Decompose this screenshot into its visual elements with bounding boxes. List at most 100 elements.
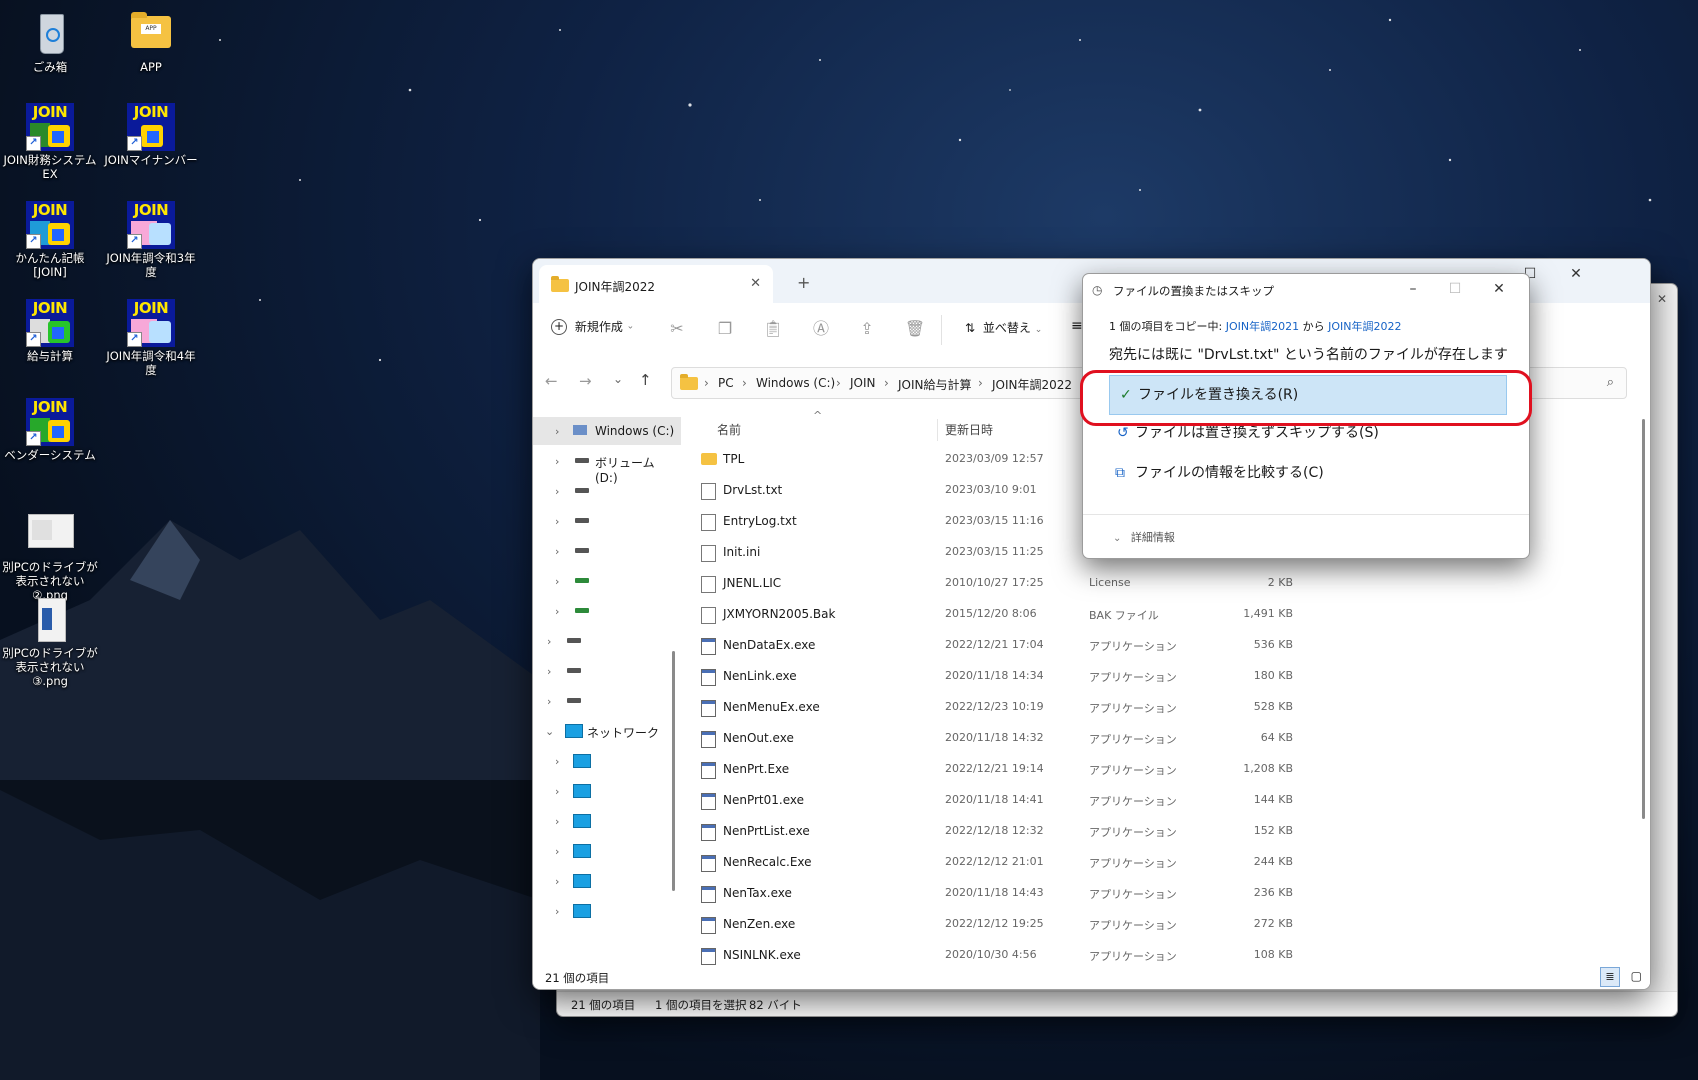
- join-app-icon: JOIN ↗: [26, 398, 74, 446]
- status-bar: 21 個の項目 ≣ ▢: [533, 965, 1650, 989]
- file-type: License: [1089, 576, 1131, 589]
- new-tab-button[interactable]: +: [797, 273, 810, 292]
- breadcrumb-pc[interactable]: PC: [718, 376, 734, 390]
- tiles-view-icon[interactable]: ▢: [1631, 969, 1642, 983]
- nav-item-drive[interactable]: ›: [533, 687, 681, 715]
- desktop-icon-recycle-bin[interactable]: ごみ箱: [2, 10, 98, 74]
- nav-item-drive[interactable]: ›: [533, 627, 681, 655]
- table-row[interactable]: NenTax.exe 2020/11/18 14:43 アプリケーション 236 KB: [683, 879, 1636, 907]
- nav-item-drive[interactable]: ›: [533, 567, 681, 595]
- desktop-icon-join-nencho-r4[interactable]: JOIN ↗ JOIN年調令和4年度: [103, 299, 199, 377]
- nav-item-computer[interactable]: ›: [533, 807, 681, 835]
- window-close-button[interactable]: ✕: [1556, 259, 1596, 289]
- desktop-icon-vendor-system[interactable]: JOIN ↗ ベンダーシステム: [2, 398, 98, 462]
- shortcut-arrow-icon: ↗: [127, 332, 142, 347]
- delete-icon[interactable]: 🗑︎: [903, 317, 927, 341]
- breadcrumb-windows-c[interactable]: Windows (C:): [756, 376, 835, 390]
- rename-icon[interactable]: Ⓐ: [809, 317, 833, 341]
- desktop-icon-join-mynumber[interactable]: JOIN ↗ JOINマイナンバー: [103, 103, 199, 167]
- table-row[interactable]: NenLink.exe 2020/11/18 14:34 アプリケーション 180 K…: [683, 662, 1636, 690]
- text-file-icon: [701, 607, 716, 624]
- file-size: 180 KB: [1253, 669, 1293, 682]
- file-type: アプリケーション: [1089, 795, 1177, 808]
- copy-icon[interactable]: ❐: [713, 317, 737, 341]
- breadcrumb-join-kyuyo[interactable]: JOIN給与計算: [898, 376, 972, 393]
- up-arrow-icon[interactable]: ↑: [639, 371, 652, 389]
- nav-item-drive[interactable]: ›: [533, 477, 681, 505]
- maximize-button[interactable]: ☐: [1435, 274, 1475, 304]
- view-menu-icon[interactable]: ≡: [1071, 318, 1083, 334]
- nav-item-computer[interactable]: ›: [533, 747, 681, 775]
- folder-icon: APP: [127, 10, 175, 58]
- breadcrumb-join[interactable]: JOIN: [850, 376, 876, 390]
- cut-icon[interactable]: ✂: [665, 317, 689, 341]
- desktop-icon-app-folder[interactable]: APP APP: [103, 10, 199, 74]
- compare-file-option[interactable]: ⧉ ファイルの情報を比較する(C): [1109, 454, 1505, 492]
- nav-item-windows-c[interactable]: › Windows (C:): [533, 417, 681, 445]
- join-app-icon: JOIN ↗: [127, 299, 175, 347]
- desktop-icon-label: JOINマイナンバー: [104, 153, 198, 167]
- tab-join-nencho-2022[interactable]: JOIN年調2022 ✕: [539, 265, 773, 303]
- forward-arrow-icon[interactable]: →: [579, 372, 592, 390]
- join-logo-text: JOIN: [32, 201, 68, 219]
- column-header-modified[interactable]: 更新日時: [945, 421, 993, 438]
- breadcrumb-join-nencho-2022[interactable]: JOIN年調2022: [992, 376, 1072, 393]
- destination-folder-link[interactable]: JOIN年調2022: [1328, 320, 1401, 333]
- desktop-icon-kantan-kicho[interactable]: JOIN ↗ かんたん記帳[JOIN]: [2, 201, 98, 279]
- nav-scrollbar[interactable]: [672, 651, 675, 891]
- new-button[interactable]: + 新規作成 ⌄: [551, 318, 634, 335]
- file-type: アプリケーション: [1089, 671, 1177, 684]
- table-row[interactable]: NenMenuEx.exe 2022/12/23 10:19 アプリケーション 528…: [683, 693, 1636, 721]
- file-modified: 2020/11/18 14:32: [945, 731, 1044, 744]
- share-icon[interactable]: ⇪: [855, 317, 879, 341]
- desktop-icon-join-zaimu[interactable]: JOIN ↗ JOIN財務システム EX: [2, 103, 98, 181]
- nav-item-drive[interactable]: ›: [533, 537, 681, 565]
- nav-item-drive[interactable]: ›: [533, 597, 681, 625]
- desktop-icon-png-2[interactable]: 別PCのドライブが表示されない②.png: [2, 510, 98, 602]
- column-header-name[interactable]: 名前: [717, 421, 741, 438]
- table-row[interactable]: JNENL.LIC 2010/10/27 17:25 License 2 KB: [683, 569, 1636, 597]
- nav-item-computer[interactable]: ›: [533, 867, 681, 895]
- file-list-scrollbar[interactable]: [1642, 419, 1645, 819]
- shortcut-arrow-icon: ↗: [26, 431, 41, 446]
- dialog-close-button[interactable]: ✕: [1479, 274, 1519, 304]
- search-icon[interactable]: ⌕: [1607, 375, 1614, 390]
- desktop-icon-kyuyo[interactable]: JOIN ↗ 給与計算: [2, 299, 98, 363]
- desktop-icon-png-3[interactable]: 別PCのドライブが表示されない③.png: [2, 596, 98, 688]
- sort-button[interactable]: ⇅ 並べ替え ⌄: [965, 319, 1042, 336]
- table-row[interactable]: JXMYORN2005.Bak 2015/12/20 8:06 BAK ファイル 1,…: [683, 600, 1636, 628]
- tab-close-icon[interactable]: ✕: [750, 276, 761, 291]
- nav-item-computer[interactable]: ›: [533, 837, 681, 865]
- minimize-button[interactable]: –: [1393, 274, 1433, 304]
- join-logo-text: JOIN: [133, 299, 169, 317]
- table-row[interactable]: NenOut.exe 2020/11/18 14:32 アプリケーション 64 KB: [683, 724, 1636, 752]
- chevron-right-icon: ›: [555, 785, 560, 798]
- join-logo-text: JOIN: [32, 103, 68, 121]
- nav-item-computer[interactable]: ›: [533, 897, 681, 925]
- table-row[interactable]: NenDataEx.exe 2022/12/21 17:04 アプリケーション 536…: [683, 631, 1636, 659]
- table-row[interactable]: NenPrt.Exe 2022/12/21 19:14 アプリケーション 1,208 …: [683, 755, 1636, 783]
- chevron-right-icon: ›: [555, 905, 560, 918]
- table-row[interactable]: NenZen.exe 2022/12/12 19:25 アプリケーション 272 KB: [683, 910, 1636, 938]
- close-icon[interactable]: ✕: [1647, 284, 1677, 314]
- nav-item-network[interactable]: ⌄ ネットワーク: [533, 717, 681, 745]
- image-file-icon: [26, 596, 74, 644]
- nav-item-computer[interactable]: ›: [533, 777, 681, 805]
- back-arrow-icon[interactable]: ←: [545, 372, 558, 390]
- dialog-title: ファイルの置換またはスキップ: [1113, 284, 1274, 298]
- table-row[interactable]: NenPrt01.exe 2020/11/18 14:41 アプリケーション 144 …: [683, 786, 1636, 814]
- table-row[interactable]: NenRecalc.Exe 2022/12/12 21:01 アプリケーション 244…: [683, 848, 1636, 876]
- paste-icon[interactable]: 📋︎: [761, 317, 785, 341]
- nav-item-volume-d[interactable]: › ボリューム (D:): [533, 447, 681, 485]
- join-app-icon: JOIN ↗: [26, 201, 74, 249]
- nav-item-drive[interactable]: ›: [533, 507, 681, 535]
- source-folder-link[interactable]: JOIN年調2021: [1226, 320, 1299, 333]
- file-type: アプリケーション: [1089, 764, 1177, 777]
- nav-item-drive[interactable]: ›: [533, 657, 681, 685]
- more-details-toggle[interactable]: ⌄ 詳細情報: [1113, 529, 1175, 545]
- file-modified: 2022/12/21 19:14: [945, 762, 1044, 775]
- recent-chevron-icon[interactable]: ⌄: [613, 372, 623, 386]
- details-view-icon[interactable]: ≣: [1600, 967, 1620, 987]
- table-row[interactable]: NenPrtList.exe 2022/12/18 12:32 アプリケーション 15…: [683, 817, 1636, 845]
- desktop-icon-join-nencho-r3[interactable]: JOIN ↗ JOIN年調令和3年度: [103, 201, 199, 279]
